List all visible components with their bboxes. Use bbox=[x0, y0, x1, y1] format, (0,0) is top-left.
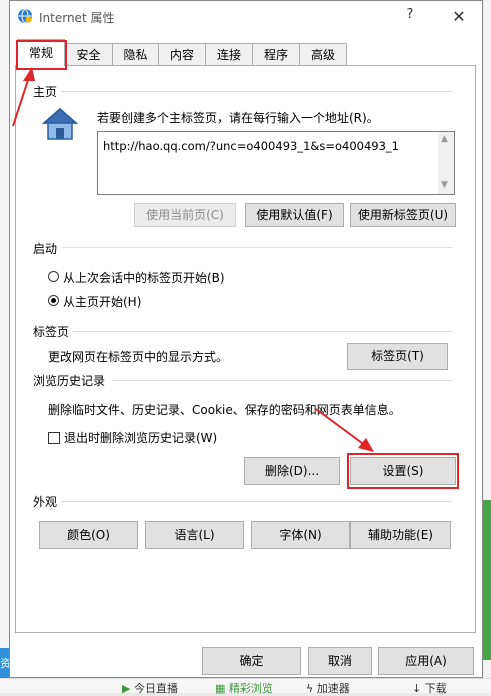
lightning-icon: ϟ bbox=[306, 682, 314, 695]
background-green-panel bbox=[482, 500, 491, 660]
annotation-box-general-tab bbox=[16, 40, 67, 70]
tabs-settings-button[interactable]: 标签页(T) bbox=[347, 343, 448, 370]
homepage-section-header: 主页 bbox=[33, 83, 62, 100]
background-item-live[interactable]: ▶ 今日直播 bbox=[122, 680, 178, 696]
tabs-section-description: 更改网页在标签页中的显示方式。 bbox=[48, 350, 229, 364]
scroll-down-icon[interactable]: ▼ bbox=[441, 180, 448, 190]
download-icon: ↓ bbox=[412, 682, 422, 695]
divider bbox=[112, 380, 452, 381]
fonts-button[interactable]: 字体(N) bbox=[251, 521, 350, 549]
home-icon bbox=[42, 108, 78, 140]
colors-button[interactable]: 颜色(O) bbox=[39, 521, 138, 549]
radio-start-with-home[interactable] bbox=[48, 295, 59, 306]
cancel-button[interactable]: 取消 bbox=[308, 647, 372, 675]
ok-button[interactable]: 确定 bbox=[202, 647, 301, 675]
tabs-section-header: 标签页 bbox=[33, 323, 74, 340]
divider bbox=[72, 331, 452, 332]
languages-button[interactable]: 语言(L) bbox=[145, 521, 244, 549]
tab-programs[interactable]: 程序 bbox=[252, 43, 300, 65]
use-current-page-button[interactable]: 使用当前页(C) bbox=[134, 203, 236, 227]
tab-content[interactable]: 内容 bbox=[158, 43, 206, 65]
radio-last-session-label[interactable]: 从上次会话中的标签页开始(B) bbox=[63, 269, 225, 286]
history-description: 删除临时文件、历史记录、Cookie、保存的密码和网页表单信息。 bbox=[48, 403, 401, 417]
divider bbox=[62, 247, 452, 248]
use-new-tab-button[interactable]: 使用新标签页(U) bbox=[350, 203, 456, 227]
startup-section-header: 启动 bbox=[33, 240, 62, 257]
radio-start-with-home-label[interactable]: 从主页开始(H) bbox=[63, 293, 141, 310]
appearance-section-header: 外观 bbox=[33, 493, 62, 510]
homepage-instruction: 若要创建多个主标签页，请在每行输入一个地址(R)。 bbox=[97, 111, 379, 125]
homepage-url-text: http://hao.qq.com/?unc=o400493_1&s=o4004… bbox=[103, 139, 399, 153]
background-item-accelerator[interactable]: ϟ 加速器 bbox=[306, 680, 350, 696]
tab-security[interactable]: 安全 bbox=[64, 43, 113, 65]
accessibility-button[interactable]: 辅助功能(E) bbox=[350, 521, 451, 549]
homepage-url-textarea[interactable]: http://hao.qq.com/?unc=o400493_1&s=o4004… bbox=[97, 131, 455, 195]
title-bar[interactable]: Internet 属性 ? ✕ bbox=[10, 1, 482, 33]
window-title: Internet 属性 bbox=[39, 11, 115, 25]
divider bbox=[56, 91, 452, 92]
internet-globe-icon bbox=[18, 8, 32, 24]
radio-last-session[interactable] bbox=[48, 271, 59, 282]
grid-icon: ▦ bbox=[215, 682, 226, 695]
textarea-scrollbar[interactable]: ▲ ▼ bbox=[438, 132, 454, 194]
annotation-box-settings-button bbox=[347, 453, 459, 489]
background-item-download[interactable]: ↓ 下载 bbox=[412, 680, 447, 696]
close-button[interactable]: ✕ bbox=[446, 5, 472, 29]
tab-privacy[interactable]: 隐私 bbox=[112, 43, 159, 65]
delete-on-exit-label[interactable]: 退出时删除浏览历史记录(W) bbox=[64, 429, 217, 446]
delete-on-exit-checkbox[interactable] bbox=[48, 432, 60, 444]
background-window-edge-left bbox=[0, 0, 9, 692]
scroll-up-icon[interactable]: ▲ bbox=[441, 134, 448, 144]
divider bbox=[62, 501, 452, 502]
tab-advanced[interactable]: 高级 bbox=[299, 43, 347, 65]
delete-history-button[interactable]: 删除(D)... bbox=[244, 457, 340, 485]
internet-options-dialog: Internet 属性 ? ✕ 常规 安全 隐私 内容 连接 程序 高级 主页 … bbox=[9, 0, 483, 678]
apply-button[interactable]: 应用(A) bbox=[378, 647, 474, 675]
background-blue-panel: 资 bbox=[0, 648, 11, 678]
play-icon: ▶ bbox=[122, 682, 131, 695]
use-default-button[interactable]: 使用默认值(F) bbox=[245, 203, 344, 227]
tab-connections[interactable]: 连接 bbox=[205, 43, 253, 65]
help-button[interactable]: ? bbox=[400, 7, 420, 27]
background-item-browse[interactable]: ▦ 精彩浏览 bbox=[215, 680, 273, 696]
history-section-header: 浏览历史记录 bbox=[33, 372, 110, 389]
